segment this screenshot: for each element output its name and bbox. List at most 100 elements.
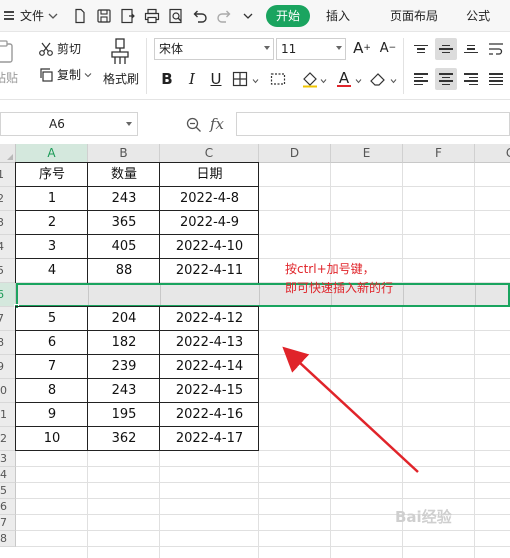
row-header-3[interactable]: 3 xyxy=(0,211,16,235)
print-icon[interactable] xyxy=(142,6,162,26)
align-top-button[interactable] xyxy=(410,38,432,60)
fx-icon[interactable]: fx xyxy=(210,115,224,133)
table-cell[interactable] xyxy=(160,283,259,307)
table-cell[interactable]: 182 xyxy=(88,331,160,355)
table-cell[interactable]: 2022-4-14 xyxy=(160,355,259,379)
table-cell[interactable]: 3 xyxy=(16,235,88,259)
tab-home[interactable]: 开始 xyxy=(266,4,311,27)
align-center-button[interactable] xyxy=(435,68,457,90)
column-header-b[interactable]: B xyxy=(88,144,160,163)
row-header-7[interactable]: 7 xyxy=(0,307,16,331)
row-header-16[interactable]: 16 xyxy=(0,499,16,515)
wrap-text-button[interactable] xyxy=(485,38,507,60)
table-cell[interactable]: 405 xyxy=(88,235,160,259)
table-cell[interactable]: 239 xyxy=(88,355,160,379)
align-bottom-button[interactable] xyxy=(460,38,482,60)
row-header-17[interactable]: 17 xyxy=(0,515,16,531)
row-header-10[interactable]: 10 xyxy=(0,379,16,403)
row-header-5[interactable]: 5 xyxy=(0,259,16,283)
table-cell[interactable] xyxy=(16,283,88,307)
tab-insert[interactable]: 插入 xyxy=(326,7,350,24)
format-painter-button[interactable]: 格式刷 xyxy=(103,38,139,86)
row-header-18[interactable]: 18 xyxy=(0,531,16,547)
table-cell[interactable]: 6 xyxy=(16,331,88,355)
table-cell[interactable]: 8 xyxy=(16,379,88,403)
table-cell[interactable]: 362 xyxy=(88,427,160,451)
font-name-select[interactable]: 宋体 xyxy=(154,38,274,60)
cut-button[interactable]: 剪切 xyxy=(38,40,81,57)
table-cell[interactable]: 243 xyxy=(88,187,160,211)
table-cell[interactable]: 2022-4-13 xyxy=(160,331,259,355)
fill-color-button[interactable] xyxy=(300,69,320,89)
more-chevron-icon[interactable] xyxy=(238,6,258,26)
row-header-8[interactable]: 8 xyxy=(0,331,16,355)
table-cell[interactable]: 2022-4-16 xyxy=(160,403,259,427)
table-header-cell[interactable]: 日期 xyxy=(160,163,259,187)
table-cell[interactable]: 2022-4-8 xyxy=(160,187,259,211)
redo-icon[interactable] xyxy=(214,6,234,26)
table-cell[interactable]: 9 xyxy=(16,403,88,427)
clear-format-button[interactable] xyxy=(368,69,388,89)
align-left-button[interactable] xyxy=(410,68,432,90)
tab-page-layout[interactable]: 页面布局 xyxy=(390,7,438,24)
table-cell[interactable]: 2022-4-15 xyxy=(160,379,259,403)
bold-button[interactable]: B xyxy=(157,69,177,89)
table-cell[interactable]: 2 xyxy=(16,211,88,235)
table-cell[interactable]: 5 xyxy=(16,307,88,331)
align-right-button[interactable] xyxy=(460,68,482,90)
save-icon[interactable] xyxy=(94,6,114,26)
copy-button[interactable]: 复制 xyxy=(38,66,95,83)
table-cell[interactable]: 195 xyxy=(88,403,160,427)
column-header-a[interactable]: A xyxy=(16,144,88,163)
table-cell[interactable]: 1 xyxy=(16,187,88,211)
table-cell[interactable]: 2022-4-10 xyxy=(160,235,259,259)
row-header-15[interactable]: 15 xyxy=(0,483,16,499)
table-cell[interactable]: 365 xyxy=(88,211,160,235)
grow-font-button[interactable]: A + xyxy=(352,38,372,58)
row-header-1[interactable]: 1 xyxy=(0,163,16,187)
paste-icon[interactable] xyxy=(0,40,20,64)
table-cell[interactable]: 7 xyxy=(16,355,88,379)
select-all-corner[interactable] xyxy=(0,144,16,163)
table-cell[interactable]: 2022-4-17 xyxy=(160,427,259,451)
font-size-select[interactable]: 11 xyxy=(276,38,346,60)
row-header-4[interactable]: 4 xyxy=(0,235,16,259)
table-cell[interactable]: 10 xyxy=(16,427,88,451)
table-cell[interactable]: 4 xyxy=(16,259,88,283)
column-header-f[interactable]: F xyxy=(403,144,475,163)
font-color-button[interactable]: A xyxy=(334,69,354,89)
print-preview-icon[interactable] xyxy=(166,6,186,26)
justify-button[interactable] xyxy=(485,68,507,90)
italic-button[interactable]: I xyxy=(182,69,202,89)
row-header-11[interactable]: 11 xyxy=(0,403,16,427)
table-cell[interactable]: 2022-4-11 xyxy=(160,259,259,283)
column-header-c[interactable]: C xyxy=(160,144,259,163)
column-header-g[interactable]: G xyxy=(475,144,510,163)
spreadsheet-grid[interactable]: ABCDEFG123456789101112131415161718序号数量日期… xyxy=(0,144,510,558)
row-header-12[interactable]: 12 xyxy=(0,427,16,451)
table-cell[interactable] xyxy=(88,283,160,307)
column-header-d[interactable]: D xyxy=(259,144,331,163)
zoom-icon[interactable] xyxy=(186,117,202,133)
shrink-font-button[interactable]: A − xyxy=(378,38,398,58)
underline-button[interactable]: U xyxy=(206,69,226,89)
row-header-13[interactable]: 13 xyxy=(0,451,16,467)
undo-icon[interactable] xyxy=(190,6,210,26)
table-cell[interactable]: 2022-4-12 xyxy=(160,307,259,331)
table-cell[interactable]: 2022-4-9 xyxy=(160,211,259,235)
paste-label[interactable]: 粘贴 xyxy=(0,69,18,86)
file-menu[interactable]: 文件 xyxy=(0,4,62,28)
row-header-14[interactable]: 14 xyxy=(0,467,16,483)
table-cell[interactable]: 204 xyxy=(88,307,160,331)
table-header-cell[interactable]: 数量 xyxy=(88,163,160,187)
border-button[interactable] xyxy=(230,69,250,89)
merge-button[interactable] xyxy=(268,69,288,89)
table-cell[interactable]: 243 xyxy=(88,379,160,403)
formula-input[interactable] xyxy=(236,112,510,136)
table-cell[interactable]: 88 xyxy=(88,259,160,283)
column-header-e[interactable]: E xyxy=(331,144,403,163)
align-middle-button[interactable] xyxy=(435,38,457,60)
table-header-cell[interactable]: 序号 xyxy=(16,163,88,187)
new-doc-icon[interactable] xyxy=(70,6,90,26)
row-header-9[interactable]: 9 xyxy=(0,355,16,379)
